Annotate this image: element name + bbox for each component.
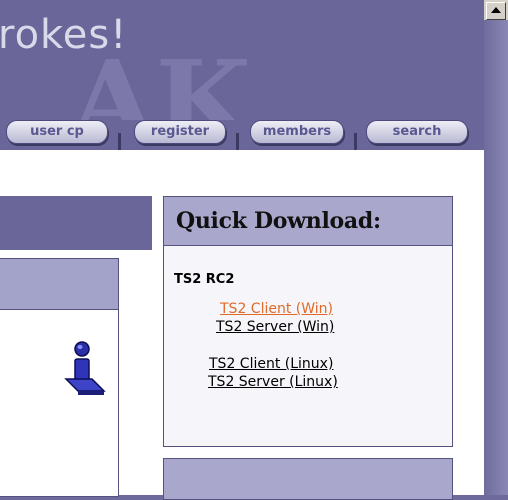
tab-user-cp[interactable]: user cp <box>6 120 108 144</box>
left-section-header <box>0 196 152 250</box>
download-ts2-client-linux-link[interactable]: TS2 Client (Linux) <box>209 356 333 372</box>
left-panel <box>0 258 119 497</box>
download-ts2-server-win-link[interactable]: TS2 Server (Win) <box>216 319 334 335</box>
next-panel-header <box>163 458 453 500</box>
quick-download-panel: Quick Download: TS2 RC2 TS2 Client (Win)… <box>163 196 453 447</box>
scroll-up-arrow-icon[interactable] <box>486 2 506 20</box>
left-panel-header <box>0 259 118 310</box>
tab-search[interactable]: search <box>366 120 468 144</box>
nav-tabs: user cp register members search <box>0 120 484 153</box>
tab-members[interactable]: members <box>250 120 344 144</box>
site-brand-text: rokes! <box>0 12 128 58</box>
download-ts2-client-win-link[interactable]: TS2 Client (Win) <box>220 301 333 317</box>
release-group-label: TS2 RC2 <box>174 272 235 287</box>
info-person-icon <box>64 341 106 395</box>
scrollbar-track[interactable] <box>484 20 508 495</box>
quick-download-title: Quick Download: <box>164 197 452 246</box>
download-ts2-server-linux-link[interactable]: TS2 Server (Linux) <box>208 374 338 390</box>
tab-register[interactable]: register <box>134 120 226 144</box>
site-header: AK rokes! <box>0 0 484 122</box>
